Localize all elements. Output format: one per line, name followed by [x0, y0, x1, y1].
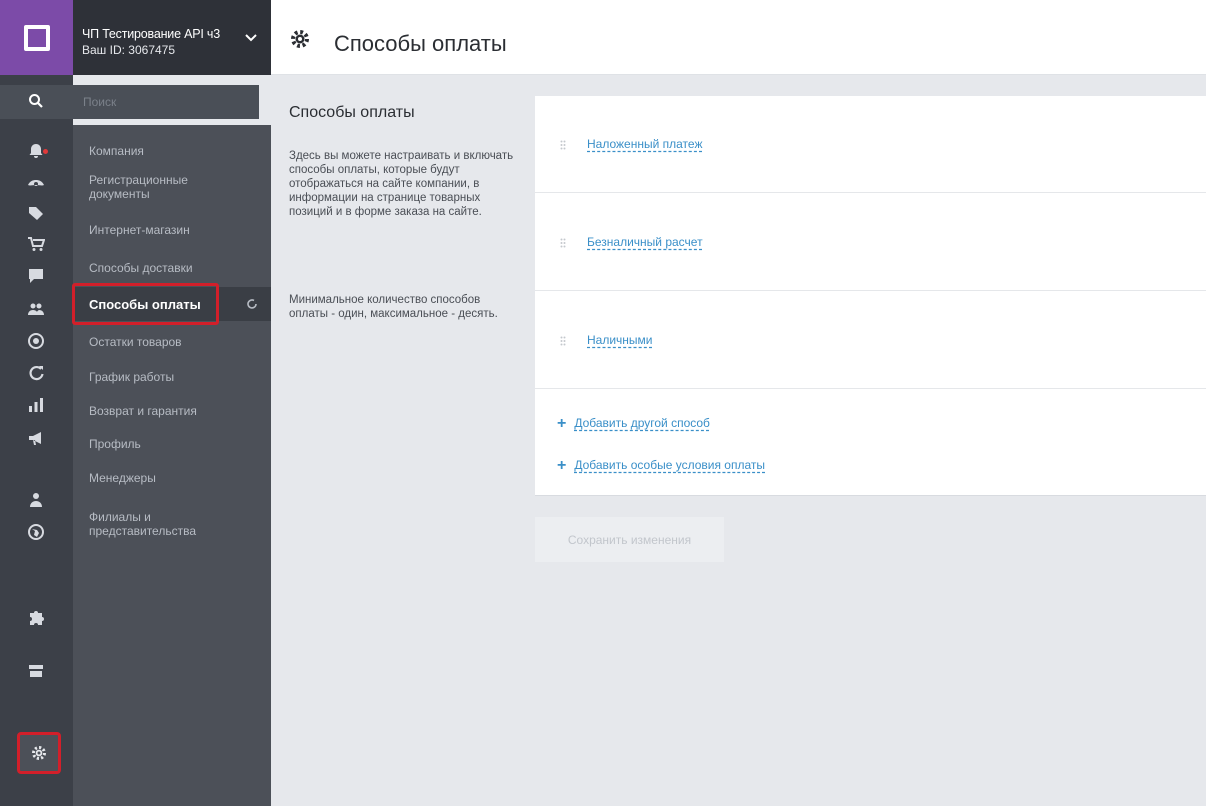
settings-rail-button[interactable]: [17, 732, 61, 774]
eye-icon[interactable]: [24, 174, 48, 194]
submenu-item-online-store[interactable]: Интернет-магазин: [89, 223, 190, 237]
submenu-item-company[interactable]: Компания: [89, 144, 144, 158]
drag-handle-icon[interactable]: [560, 238, 566, 248]
add-conditions-link[interactable]: + Добавить особые условия оплаты: [557, 457, 765, 475]
payment-method-link[interactable]: Наложенный платеж: [587, 137, 702, 151]
submenu-item-schedule[interactable]: График работы: [89, 370, 174, 384]
globe-icon[interactable]: [24, 522, 48, 542]
submenu-item-returns[interactable]: Возврат и гарантия: [89, 404, 197, 418]
account-name: ЧП Тестирование API ч3: [82, 27, 220, 41]
chat-icon[interactable]: [24, 266, 48, 286]
payment-method-row: Безналичный расчет: [535, 193, 1206, 291]
cart-icon[interactable]: [24, 234, 48, 254]
search-icon: [29, 94, 43, 108]
gear-icon: [32, 746, 46, 760]
search-input[interactable]: [73, 85, 259, 119]
drag-handle-icon[interactable]: [560, 336, 566, 346]
plus-icon: +: [557, 457, 567, 474]
payment-methods-card: Наложенный платеж Безналичный расчет Нал…: [535, 96, 1206, 496]
target-icon[interactable]: [24, 331, 48, 351]
chevron-down-icon[interactable]: [245, 34, 257, 42]
refresh-icon[interactable]: [24, 363, 48, 383]
drag-handle-icon[interactable]: [560, 140, 566, 150]
gear-icon: [291, 30, 309, 48]
account-switcher[interactable]: ЧП Тестирование API ч3 Ваш ID: 3067475: [73, 0, 271, 75]
chart-icon[interactable]: [24, 395, 48, 415]
submenu-item-registration-docs[interactable]: Регистрационные документы: [89, 173, 219, 201]
settings-submenu: Компания Регистрационные документы Интер…: [73, 125, 271, 806]
icon-rail: [0, 0, 73, 806]
plus-icon: +: [557, 415, 567, 432]
submenu-item-stock[interactable]: Остатки товаров: [89, 335, 182, 349]
loading-spinner-icon: [247, 299, 257, 309]
payment-method-link[interactable]: Безналичный расчет: [587, 235, 703, 249]
puzzle-icon[interactable]: [24, 608, 48, 628]
submenu-item-profile[interactable]: Профиль: [89, 437, 141, 451]
active-item-highlight: [72, 283, 219, 325]
section-note: Минимальное количество способов оплаты -…: [289, 294, 498, 320]
users-icon[interactable]: [24, 299, 48, 319]
add-method-link[interactable]: + Добавить другой способ: [557, 415, 710, 433]
submenu-item-branches[interactable]: Филиалы и представительства: [89, 510, 239, 538]
submenu-item-managers[interactable]: Менеджеры: [89, 471, 156, 485]
payment-method-row: Наложенный платеж: [535, 96, 1206, 193]
megaphone-icon[interactable]: [24, 428, 48, 448]
section-description: Здесь вы можете настраивать и включать с…: [289, 150, 514, 218]
page-header: Способы оплаты: [271, 0, 1206, 75]
account-id: Ваш ID: 3067475: [82, 43, 176, 57]
payment-method-row: Наличными: [535, 291, 1206, 389]
person-icon[interactable]: [24, 490, 48, 510]
page-title: Способы оплаты: [334, 31, 507, 56]
submenu-item-delivery[interactable]: Способы доставки: [89, 261, 193, 275]
app-logo[interactable]: [0, 0, 73, 75]
section-title: Способы оплаты: [289, 104, 415, 121]
notification-dot: [43, 149, 48, 154]
save-button[interactable]: Сохранить изменения: [535, 517, 724, 562]
rail-search[interactable]: [0, 85, 73, 119]
payment-method-link[interactable]: Наличными: [587, 333, 653, 347]
store-icon[interactable]: [24, 661, 48, 681]
tag-icon[interactable]: [24, 203, 48, 223]
